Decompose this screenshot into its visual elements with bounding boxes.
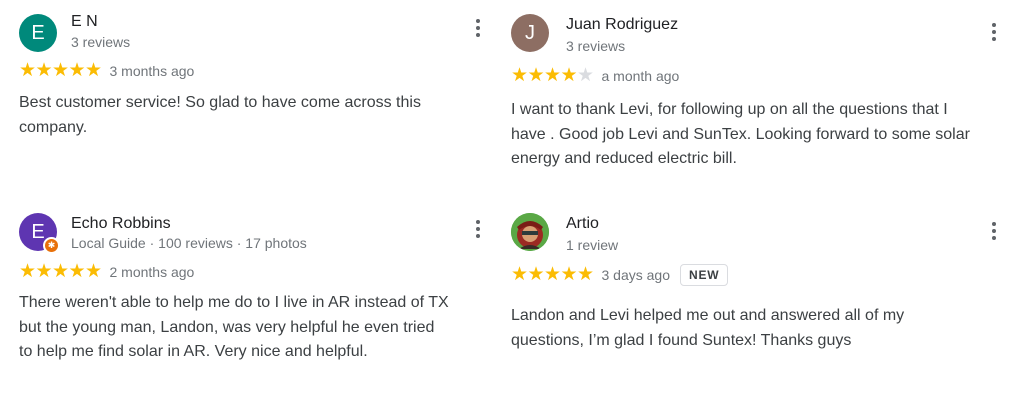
profile-photo: [511, 213, 549, 251]
reviewer-meta: 3 reviews: [566, 38, 626, 54]
star-icon: ★: [511, 65, 529, 86]
star-icon: ★: [527, 65, 545, 86]
avatar[interactable]: E ✱: [19, 213, 60, 254]
review-date: 2 months ago: [109, 264, 195, 280]
star-icon: ★: [511, 264, 529, 285]
star-empty-icon: ★: [577, 65, 595, 86]
avatar[interactable]: [511, 213, 549, 251]
more-vert-icon[interactable]: [468, 217, 488, 241]
star-rating: ★ ★ ★ ★ ★: [19, 61, 102, 81]
avatar-initial: E: [31, 221, 45, 243]
more-vert-icon[interactable]: [984, 219, 1004, 243]
new-badge: NEW: [680, 264, 729, 286]
review-date: 3 months ago: [109, 63, 195, 79]
star-icon: ★: [85, 60, 103, 81]
star-rating: ★ ★ ★ ★ ★: [19, 262, 102, 282]
star-icon: ★: [52, 261, 70, 282]
star-icon: ★: [35, 261, 53, 282]
star-icon: ★: [52, 60, 70, 81]
local-guide-badge-icon: ✱: [43, 237, 60, 254]
star-rating: ★ ★ ★ ★ ★: [511, 66, 594, 86]
reviewer-name[interactable]: Juan Rodriguez: [566, 15, 678, 35]
rating-row: ★ ★ ★ ★ ★ 2 months ago: [19, 262, 194, 282]
reviewer-meta: Local Guide · 100 reviews · 17 photos: [71, 235, 307, 251]
rating-row: ★ ★ ★ ★ ★ 3 days ago NEW: [511, 264, 729, 286]
review-card: E E N 3 reviews ★ ★ ★ ★ ★ 3 months ago Best …: [19, 12, 489, 162]
avatar[interactable]: E: [19, 14, 57, 52]
star-icon: ★: [19, 60, 37, 81]
review-card: Artio 1 review ★ ★ ★ ★ ★ 3 days ago NEW Land…: [511, 213, 1011, 373]
reviewer-name[interactable]: Echo Robbins: [71, 214, 171, 234]
star-icon: ★: [35, 60, 53, 81]
star-icon: ★: [560, 264, 578, 285]
star-icon: ★: [68, 60, 86, 81]
more-vert-icon[interactable]: [468, 16, 488, 40]
rating-row: ★ ★ ★ ★ ★ a month ago: [511, 66, 679, 86]
avatar[interactable]: J: [511, 14, 549, 52]
star-icon: ★: [85, 261, 103, 282]
review-text: There weren't able to help me do to I li…: [19, 294, 449, 360]
avatar-initial: J: [525, 22, 535, 44]
star-icon: ★: [68, 261, 86, 282]
star-icon: ★: [560, 65, 578, 86]
star-icon: ★: [544, 65, 562, 86]
reviewer-meta: 1 review: [566, 237, 619, 253]
review-date: a month ago: [601, 68, 680, 84]
more-vert-icon[interactable]: [984, 20, 1004, 44]
review-text: I want to thank Levi, for following up o…: [511, 101, 970, 167]
review-text: Landon and Levi helped me out and answer…: [511, 307, 905, 349]
star-rating: ★ ★ ★ ★ ★: [511, 265, 594, 285]
rating-row: ★ ★ ★ ★ ★ 3 months ago: [19, 61, 194, 81]
review-card: E ✱ Echo Robbins Local Guide · 100 revie…: [19, 213, 489, 373]
review-card: J Juan Rodriguez 3 reviews ★ ★ ★ ★ ★ a month…: [511, 14, 1011, 174]
review-text: Best customer service! So glad to have c…: [19, 94, 421, 136]
star-icon: ★: [544, 264, 562, 285]
star-icon: ★: [19, 261, 37, 282]
reviewer-name[interactable]: E N: [71, 12, 98, 32]
reviewer-meta: 3 reviews: [71, 34, 131, 50]
avatar-initial: E: [31, 22, 45, 44]
reviewer-name[interactable]: Artio: [566, 214, 599, 234]
star-icon: ★: [577, 264, 595, 285]
review-date: 3 days ago: [601, 267, 671, 283]
star-icon: ★: [527, 264, 545, 285]
